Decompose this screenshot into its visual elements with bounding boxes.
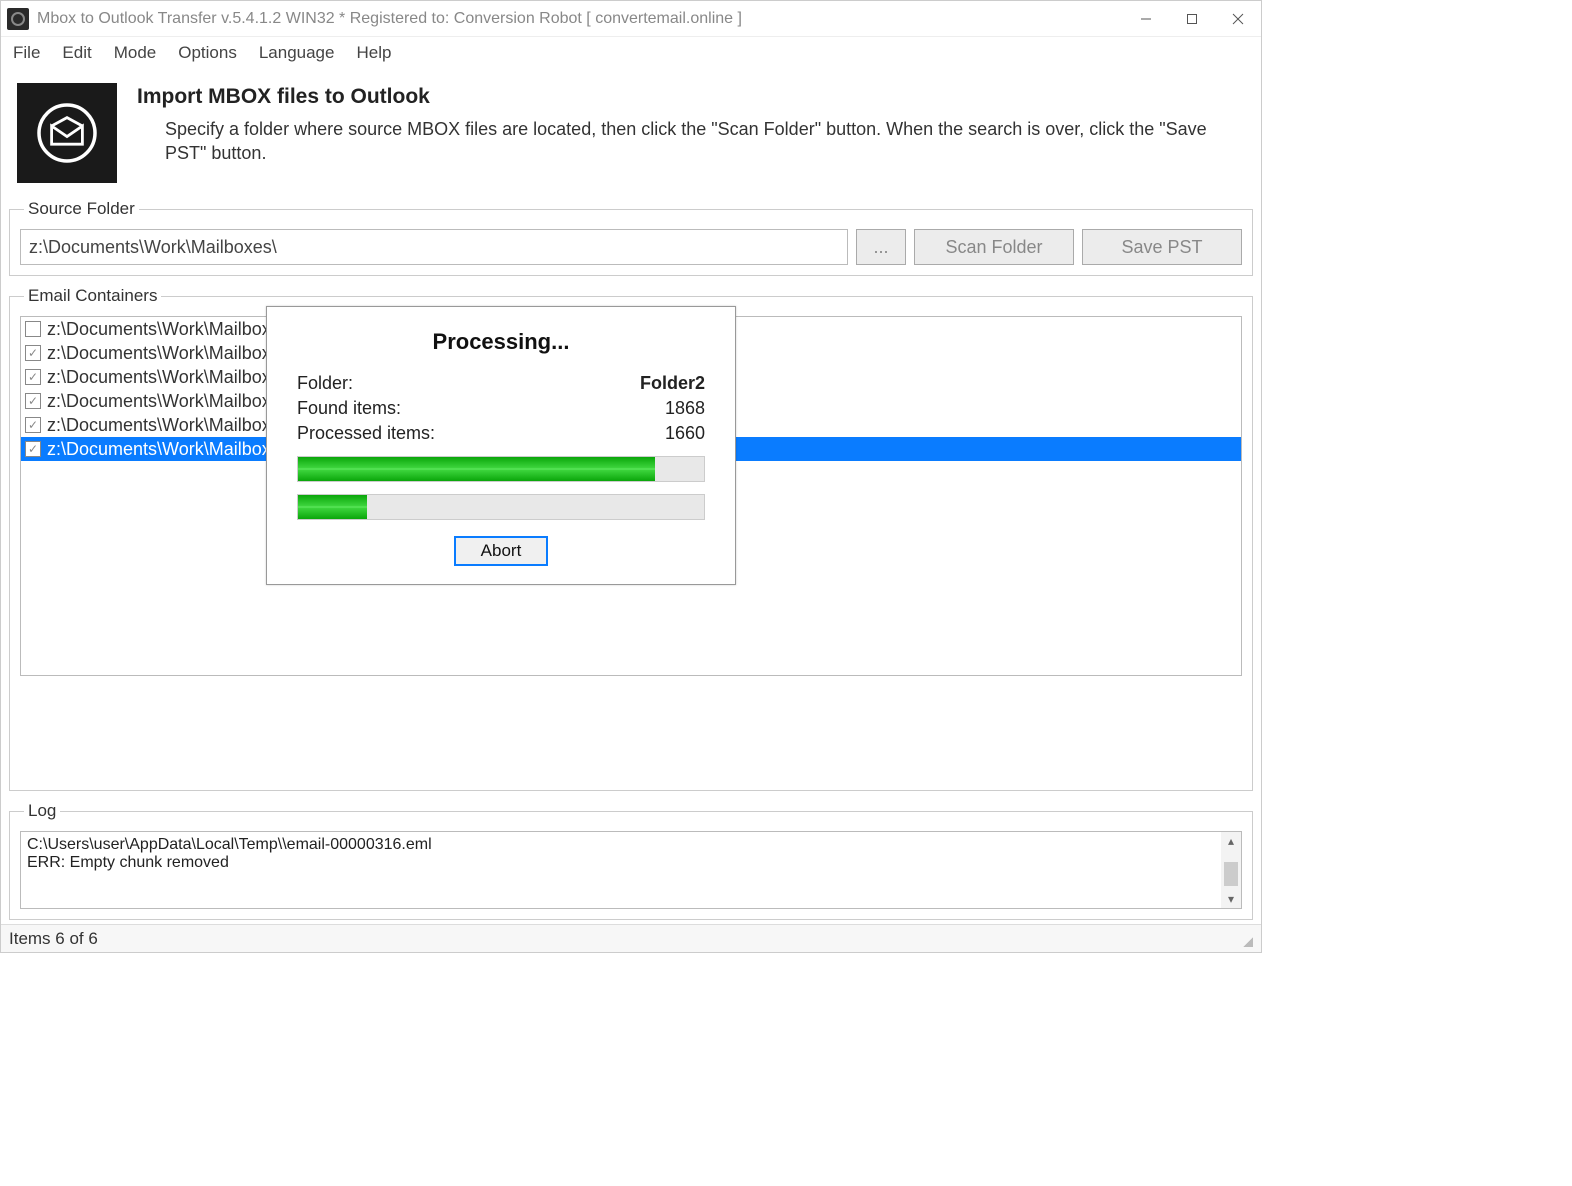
status-text: Items 6 of 6 — [9, 929, 98, 949]
dialog-processed-row: Processed items: 1660 — [297, 423, 705, 444]
checkbox[interactable]: ✓ — [25, 393, 41, 409]
list-item-path: z:\Documents\Work\Mailboxes\ — [47, 439, 295, 460]
app-window: Mbox to Outlook Transfer v.5.4.1.2 WIN32… — [0, 0, 1262, 953]
maximize-button[interactable] — [1169, 1, 1215, 37]
envelope-icon — [32, 98, 102, 168]
list-item-path: z:\Documents\Work\Mailboxes\ — [47, 367, 295, 388]
maximize-icon — [1186, 13, 1198, 25]
log-textarea[interactable]: C:\Users\user\AppData\Local\Temp\\email-… — [20, 831, 1242, 909]
log-legend: Log — [24, 801, 60, 821]
menu-mode[interactable]: Mode — [114, 43, 157, 63]
statusbar: Items 6 of 6 — [1, 924, 1261, 952]
menu-file[interactable]: File — [13, 43, 40, 63]
banner-text: Import MBOX files to Outlook Specify a f… — [137, 83, 1247, 166]
dialog-processed-value: 1660 — [665, 423, 705, 444]
source-row: ... Scan Folder Save PST — [20, 229, 1242, 265]
log-line: C:\Users\user\AppData\Local\Temp\\email-… — [27, 836, 1235, 854]
log-line: ERR: Empty chunk removed — [27, 854, 1235, 872]
envelope-logo — [17, 83, 117, 183]
window-controls — [1123, 1, 1261, 37]
processing-dialog: Processing... Folder: Folder2 Found item… — [266, 306, 736, 585]
dialog-folder-row: Folder: Folder2 — [297, 373, 705, 394]
resize-grip-icon[interactable] — [1237, 931, 1253, 947]
dialog-found-label: Found items: — [297, 398, 401, 419]
window-title: Mbox to Outlook Transfer v.5.4.1.2 WIN32… — [37, 10, 1123, 28]
banner-heading: Import MBOX files to Outlook — [137, 85, 1247, 109]
minimize-button[interactable] — [1123, 1, 1169, 37]
log-group: Log C:\Users\user\AppData\Local\Temp\\em… — [9, 801, 1253, 920]
import-banner: Import MBOX files to Outlook Specify a f… — [1, 69, 1261, 193]
dialog-folder-label: Folder: — [297, 373, 353, 394]
dialog-found-row: Found items: 1868 — [297, 398, 705, 419]
menu-help[interactable]: Help — [356, 43, 391, 63]
checkbox[interactable] — [25, 321, 41, 337]
dialog-found-value: 1868 — [665, 398, 705, 419]
app-icon — [7, 8, 29, 30]
checkbox[interactable]: ✓ — [25, 345, 41, 361]
dialog-title: Processing... — [297, 329, 705, 355]
list-item-path: z:\Documents\Work\Mailboxes\ — [47, 391, 295, 412]
source-path-input[interactable] — [20, 229, 848, 265]
close-button[interactable] — [1215, 1, 1261, 37]
log-scrollbar[interactable]: ▴ ▾ — [1221, 832, 1241, 908]
menu-language[interactable]: Language — [259, 43, 335, 63]
menu-edit[interactable]: Edit — [62, 43, 91, 63]
scan-folder-button[interactable]: Scan Folder — [914, 229, 1074, 265]
dialog-folder-value: Folder2 — [640, 373, 705, 394]
source-folder-legend: Source Folder — [24, 199, 139, 219]
progress-bar-1 — [297, 456, 705, 482]
scroll-up-icon[interactable]: ▴ — [1228, 832, 1234, 850]
close-icon — [1232, 13, 1244, 25]
browse-button[interactable]: ... — [856, 229, 906, 265]
progress-fill-2 — [298, 495, 367, 519]
checkbox[interactable]: ✓ — [25, 417, 41, 433]
scroll-thumb[interactable] — [1224, 862, 1238, 886]
progress-bar-2 — [297, 494, 705, 520]
abort-button[interactable]: Abort — [454, 536, 548, 566]
email-containers-legend: Email Containers — [24, 286, 161, 306]
progress-fill-1 — [298, 457, 655, 481]
checkbox[interactable]: ✓ — [25, 441, 41, 457]
minimize-icon — [1140, 13, 1152, 25]
scroll-down-icon[interactable]: ▾ — [1228, 890, 1234, 908]
banner-body: Specify a folder where source MBOX files… — [137, 117, 1247, 166]
titlebar: Mbox to Outlook Transfer v.5.4.1.2 WIN32… — [1, 1, 1261, 37]
menu-options[interactable]: Options — [178, 43, 237, 63]
checkbox[interactable]: ✓ — [25, 369, 41, 385]
list-item-path: z:\Documents\Work\Mailboxes\ — [47, 415, 295, 436]
dialog-processed-label: Processed items: — [297, 423, 435, 444]
save-pst-button[interactable]: Save PST — [1082, 229, 1242, 265]
menubar: File Edit Mode Options Language Help — [1, 37, 1261, 69]
source-folder-group: Source Folder ... Scan Folder Save PST — [9, 199, 1253, 276]
